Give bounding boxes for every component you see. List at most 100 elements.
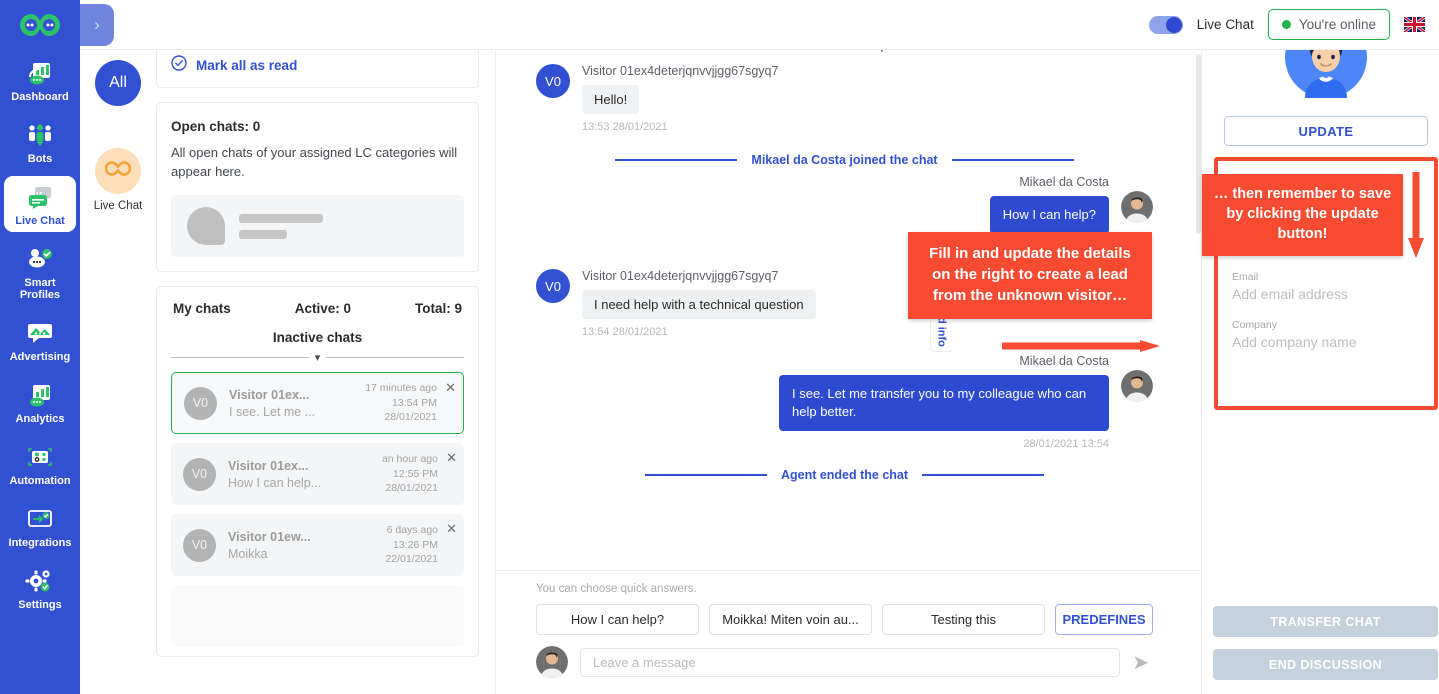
- message-author: Visitor 01ex4deterjqnvvjjgg67sgyq7: [582, 269, 816, 283]
- app-logo[interactable]: [0, 0, 80, 50]
- category-live-chat-label: Live Chat: [94, 200, 143, 212]
- chat-ago: 17 minutes ago: [365, 381, 437, 396]
- chat-list-item[interactable]: V0 Visitor 01ex... I see. Let me ... 17 …: [171, 372, 464, 434]
- chat-time: 13:26 PM: [385, 538, 438, 553]
- message-bubble: Hello!: [582, 85, 639, 114]
- top-bar: Live Chat You're online: [80, 0, 1439, 50]
- sidebar-item-analytics[interactable]: Analytics: [4, 374, 76, 430]
- chat-preview: How I can help...: [228, 476, 370, 490]
- category-all-label: All: [109, 74, 127, 92]
- message-bubble: I see. Let me transfer you to my colleag…: [779, 375, 1109, 431]
- send-paper-plane-icon[interactable]: ➤: [1132, 650, 1153, 675]
- message-input[interactable]: [580, 648, 1120, 677]
- live-chat-toggle[interactable]: [1149, 16, 1183, 34]
- avatar: V0: [536, 64, 570, 98]
- chevron-right-icon: ›: [94, 15, 100, 35]
- message-author: Visitor 01ex4deterjqnvvjjgg67sgyq7: [582, 64, 778, 78]
- open-chats-title: Open chats: 0: [171, 119, 464, 134]
- agent-avatar: [536, 646, 568, 678]
- annotation-arrow-down-icon: [1408, 172, 1424, 258]
- primary-sidebar: Dashboard Bots Live Chat Smart Profiles: [0, 0, 80, 694]
- sidebar-item-automation[interactable]: Automation: [4, 436, 76, 492]
- category-live-chat[interactable]: [95, 148, 141, 194]
- chat-ago: an hour ago: [382, 452, 438, 467]
- skeleton-lines: [239, 214, 323, 239]
- predefines-button[interactable]: PREDEFINES: [1055, 604, 1153, 635]
- quick-answers-hint: You can choose quick answers.: [536, 583, 1153, 595]
- message-timestamp: 28/01/2021 13:54: [779, 438, 1109, 450]
- sidebar-item-dashboard[interactable]: Dashboard: [4, 52, 76, 108]
- chat-time: 12:55 PM: [382, 467, 438, 482]
- my-chats-card: My chats Active: 0 Total: 9 Inactive cha…: [156, 286, 479, 657]
- sidebar-item-label: Dashboard: [11, 91, 68, 103]
- sidebar-item-live-chat[interactable]: Live Chat: [4, 176, 76, 232]
- open-chats-card: Open chats: 0 All open chats of your ass…: [156, 102, 479, 272]
- message-outgoing: Mikael da Costa I see. Let me transfer y…: [536, 354, 1153, 450]
- divider-left: [615, 159, 737, 161]
- field-company: Company: [1232, 319, 1420, 352]
- sidebar-item-advertising[interactable]: Advertising: [4, 312, 76, 368]
- skeleton-avatar: [187, 207, 225, 245]
- sidebar-item-label: Automation: [9, 475, 70, 487]
- chat-list-item[interactable]: V0 Visitor 01ew... Moikka 6 days ago 13:…: [171, 514, 464, 576]
- automation-icon: [23, 442, 57, 472]
- chat-list-item[interactable]: V0 Visitor 01ex... How I can help... an …: [171, 443, 464, 505]
- sidebar-item-label: Settings: [18, 599, 61, 611]
- category-all[interactable]: All: [95, 60, 141, 106]
- quick-answer-button[interactable]: Moikka! Miten voin au...: [709, 604, 872, 635]
- infinity-icon: [105, 161, 131, 181]
- chat-list-panel: Admin mode Mark all as read Open chats: …: [156, 0, 495, 694]
- chat-date: 28/01/2021: [365, 410, 437, 425]
- sidebar-collapse-toggle[interactable]: ›: [80, 4, 114, 46]
- close-icon[interactable]: ✕: [446, 450, 457, 466]
- quick-answer-button[interactable]: How I can help?: [536, 604, 699, 635]
- sidebar-item-integrations[interactable]: Integrations: [4, 498, 76, 554]
- message-timestamp: 13:53 28/01/2021: [582, 121, 778, 133]
- close-icon[interactable]: ✕: [445, 380, 456, 396]
- category-column: All Live Chat: [80, 0, 156, 694]
- sidebar-item-settings[interactable]: Settings: [4, 560, 76, 616]
- annotation-arrow-right-icon: [1002, 339, 1160, 351]
- sidebar-item-smart-profiles[interactable]: Smart Profiles: [4, 238, 76, 306]
- system-message-ended: Agent ended the chat: [536, 466, 1153, 484]
- mark-all-read-button[interactable]: Mark all as read: [157, 44, 478, 87]
- divider-right: [922, 474, 1044, 476]
- message-bubble: How I can help?: [990, 196, 1109, 234]
- lead-info-panel: UPDATE Name Phone Email Company TRANSFER…: [1201, 0, 1439, 694]
- annotation-note-left: Fill in and update the details on the ri…: [908, 232, 1152, 319]
- divider-right: [952, 159, 1074, 161]
- divider-left: [171, 357, 309, 358]
- avatar: V0: [536, 269, 570, 303]
- divider-right: [326, 357, 464, 358]
- chevron-down-icon[interactable]: ▾: [315, 351, 321, 364]
- message-input-row: ➤: [536, 646, 1153, 678]
- sidebar-item-label: Smart Profiles: [4, 277, 76, 301]
- inactive-collapse-row[interactable]: ▾: [157, 347, 478, 372]
- chat-list-item-partial[interactable]: [171, 585, 464, 647]
- company-input[interactable]: [1232, 334, 1420, 350]
- field-label: Company: [1232, 319, 1420, 331]
- avatar: V0: [184, 387, 217, 420]
- mark-all-read-label: Mark all as read: [196, 58, 297, 73]
- live-chat-icon: [23, 182, 57, 212]
- status-badge[interactable]: You're online: [1268, 9, 1390, 40]
- annotation-note-right: … then remember to save by clicking the …: [1202, 174, 1403, 256]
- message-incoming: V0 Visitor 01ex4deterjqnvvjjgg67sgyq7 He…: [536, 64, 1153, 133]
- uk-flag-icon[interactable]: [1404, 17, 1425, 32]
- status-dot-icon: [1282, 20, 1291, 29]
- bots-people-icon: [23, 120, 57, 150]
- advertising-icon: [23, 318, 57, 348]
- chat-time: 13:54 PM: [365, 396, 437, 411]
- sidebar-item-bots[interactable]: Bots: [4, 114, 76, 170]
- end-discussion-button[interactable]: END DISCUSSION: [1213, 649, 1438, 680]
- message-timestamp: 13:54 28/01/2021: [582, 326, 816, 338]
- update-button[interactable]: UPDATE: [1224, 116, 1428, 146]
- quick-answer-button[interactable]: Testing this: [882, 604, 1045, 635]
- status-label: You're online: [1299, 17, 1376, 32]
- transfer-chat-button[interactable]: TRANSFER CHAT: [1213, 606, 1438, 637]
- check-circle-icon: [171, 55, 187, 76]
- close-icon[interactable]: ✕: [446, 521, 457, 537]
- email-input[interactable]: [1232, 286, 1420, 302]
- open-chats-description: All open chats of your assigned LC categ…: [171, 143, 464, 181]
- active-count-label: Active: 0: [295, 301, 351, 316]
